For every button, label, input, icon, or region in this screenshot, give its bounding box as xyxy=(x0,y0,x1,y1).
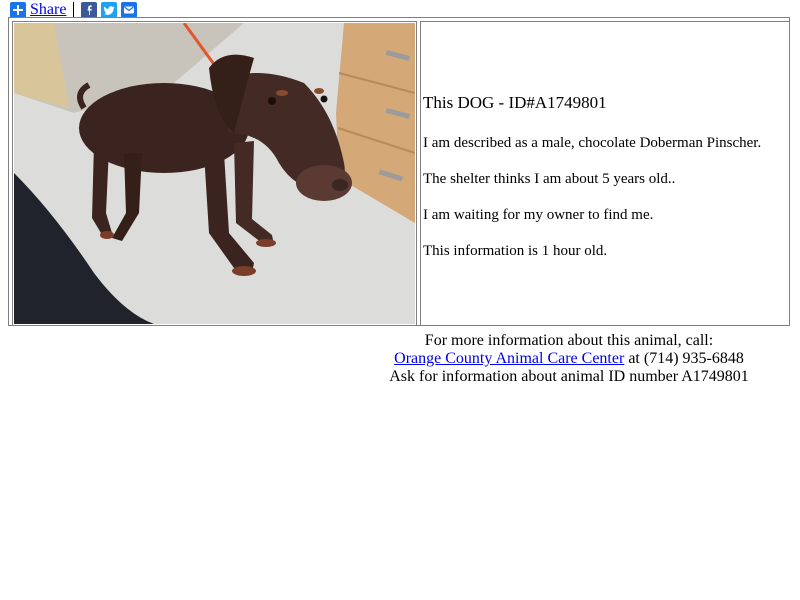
title-prefix: This DOG - xyxy=(423,93,509,112)
shelter-phone: at (714) 935-6848 xyxy=(624,350,744,367)
contact-intro: For more information about this animal, … xyxy=(424,332,714,349)
animal-id: ID#A1749801 xyxy=(508,93,607,112)
email-icon[interactable] xyxy=(121,2,138,18)
contact-info: For more information about this animal, … xyxy=(335,332,800,386)
facebook-icon[interactable] xyxy=(81,2,98,18)
dog-photo xyxy=(14,23,415,324)
info-cell: This DOG - ID#A1749801 I am described as… xyxy=(420,21,790,326)
shelter-link[interactable]: Orange County Animal Care Center xyxy=(394,350,624,367)
animal-age: The shelter thinks I am about 5 years ol… xyxy=(423,171,676,187)
twitter-icon[interactable] xyxy=(101,2,118,18)
animal-title: This DOG - ID#A1749801 xyxy=(423,93,607,113)
contact-line: Orange County Animal Care Center at (714… xyxy=(335,350,800,368)
info-freshness: This information is 1 hour old. xyxy=(423,243,608,259)
contact-ask: Ask for information about animal ID numb… xyxy=(389,368,749,385)
plus-share-icon[interactable] xyxy=(10,2,26,18)
share-divider xyxy=(73,2,75,18)
animal-status: I am waiting for my owner to find me. xyxy=(423,207,654,223)
photo-cell xyxy=(12,21,417,326)
animal-table: This DOG - ID#A1749801 I am described as… xyxy=(8,17,790,326)
animal-description: I am described as a male, chocolate Dobe… xyxy=(423,135,762,151)
